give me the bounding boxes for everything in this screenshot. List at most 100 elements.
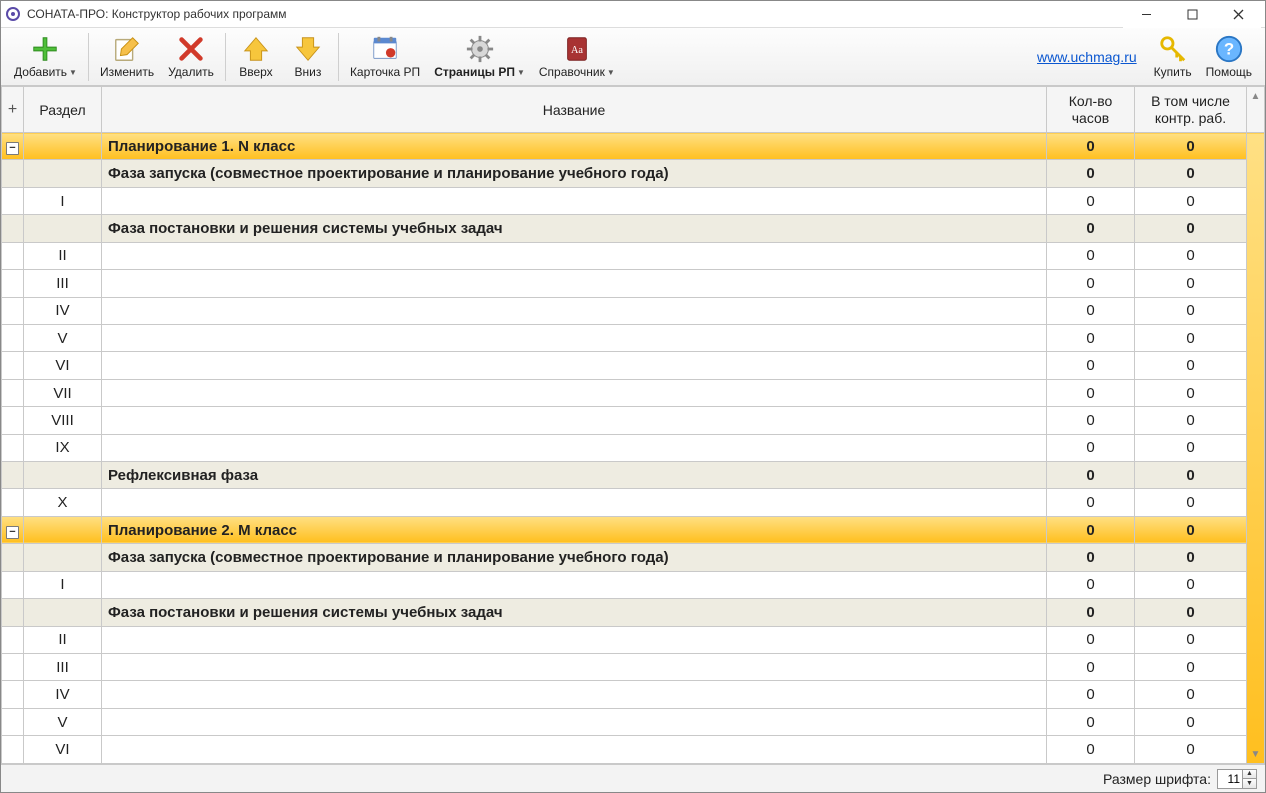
table-row[interactable]: Фаза постановки и решения системы учебны… <box>2 215 1265 242</box>
card-button[interactable]: Карточка РП <box>343 31 427 83</box>
name-cell[interactable] <box>102 571 1047 598</box>
hours-cell[interactable]: 0 <box>1047 434 1135 461</box>
kontr-cell[interactable]: 0 <box>1135 270 1247 297</box>
name-cell[interactable]: Рефлексивная фаза <box>102 462 1047 489</box>
name-cell[interactable] <box>102 270 1047 297</box>
kontr-cell[interactable]: 0 <box>1135 626 1247 653</box>
table-row[interactable]: V00 <box>2 324 1265 351</box>
close-button[interactable] <box>1215 1 1261 28</box>
kontr-cell[interactable]: 0 <box>1135 462 1247 489</box>
kontr-cell[interactable]: 0 <box>1135 516 1247 543</box>
table-row[interactable]: II00 <box>2 242 1265 269</box>
kontr-cell[interactable]: 0 <box>1135 187 1247 214</box>
name-cell[interactable]: Планирование 2. М класс <box>102 516 1047 543</box>
hours-cell[interactable]: 0 <box>1047 654 1135 681</box>
hours-cell[interactable]: 0 <box>1047 544 1135 571</box>
hours-cell[interactable]: 0 <box>1047 133 1135 160</box>
font-size-input[interactable] <box>1218 770 1242 788</box>
hours-cell[interactable]: 0 <box>1047 324 1135 351</box>
table-row[interactable]: IV00 <box>2 297 1265 324</box>
table-row[interactable]: −Планирование 1. N класс00▼ <box>2 133 1265 160</box>
hours-cell[interactable]: 0 <box>1047 187 1135 214</box>
kontr-cell[interactable]: 0 <box>1135 324 1247 351</box>
down-button[interactable]: Вниз <box>282 31 334 83</box>
hours-cell[interactable]: 0 <box>1047 215 1135 242</box>
hours-cell[interactable]: 0 <box>1047 516 1135 543</box>
col-header-section[interactable]: Раздел <box>24 87 102 133</box>
vertical-scrollbar-track[interactable]: ▼ <box>1247 133 1265 764</box>
name-cell[interactable] <box>102 434 1047 461</box>
kontr-cell[interactable]: 0 <box>1135 242 1247 269</box>
col-header-plus[interactable]: + <box>2 87 24 133</box>
vertical-scrollbar[interactable]: ▲ <box>1247 87 1265 133</box>
kontr-cell[interactable]: 0 <box>1135 544 1247 571</box>
collapse-icon[interactable]: − <box>6 526 19 539</box>
hours-cell[interactable]: 0 <box>1047 736 1135 764</box>
name-cell[interactable] <box>102 352 1047 379</box>
delete-button[interactable]: Удалить <box>161 31 221 83</box>
name-cell[interactable]: Фаза запуска (совместное проектирование … <box>102 544 1047 571</box>
scroll-down-icon[interactable]: ▼ <box>1247 745 1264 763</box>
name-cell[interactable] <box>102 708 1047 735</box>
table-row[interactable]: VI00 <box>2 736 1265 764</box>
kontr-cell[interactable]: 0 <box>1135 489 1247 516</box>
hours-cell[interactable]: 0 <box>1047 407 1135 434</box>
name-cell[interactable]: Фаза постановки и решения системы учебны… <box>102 215 1047 242</box>
kontr-cell[interactable]: 0 <box>1135 654 1247 681</box>
hours-cell[interactable]: 0 <box>1047 242 1135 269</box>
table-row[interactable]: VII00 <box>2 379 1265 406</box>
hours-cell[interactable]: 0 <box>1047 599 1135 626</box>
table-row[interactable]: III00 <box>2 654 1265 681</box>
kontr-cell[interactable]: 0 <box>1135 599 1247 626</box>
hours-cell[interactable]: 0 <box>1047 462 1135 489</box>
kontr-cell[interactable]: 0 <box>1135 133 1247 160</box>
name-cell[interactable] <box>102 736 1047 764</box>
row-toggle-cell[interactable]: − <box>2 516 24 543</box>
kontr-cell[interactable]: 0 <box>1135 434 1247 461</box>
kontr-cell[interactable]: 0 <box>1135 352 1247 379</box>
table-row[interactable]: X00 <box>2 489 1265 516</box>
table-row[interactable]: VIII00 <box>2 407 1265 434</box>
table-row[interactable]: V00 <box>2 708 1265 735</box>
name-cell[interactable] <box>102 681 1047 708</box>
kontr-cell[interactable]: 0 <box>1135 160 1247 187</box>
uchmag-link[interactable]: www.uchmag.ru <box>1037 49 1137 65</box>
hours-cell[interactable]: 0 <box>1047 297 1135 324</box>
scroll-up-icon[interactable]: ▲ <box>1247 87 1264 105</box>
name-cell[interactable]: Фаза постановки и решения системы учебны… <box>102 599 1047 626</box>
maximize-button[interactable] <box>1169 1 1215 28</box>
table-row[interactable]: Рефлексивная фаза00 <box>2 462 1265 489</box>
up-button[interactable]: Вверх <box>230 31 282 83</box>
col-header-kontr[interactable]: В том числе контр. раб. <box>1135 87 1247 133</box>
hours-cell[interactable]: 0 <box>1047 626 1135 653</box>
kontr-cell[interactable]: 0 <box>1135 681 1247 708</box>
row-toggle-cell[interactable]: − <box>2 133 24 160</box>
table-row[interactable]: VI00 <box>2 352 1265 379</box>
name-cell[interactable] <box>102 489 1047 516</box>
hours-cell[interactable]: 0 <box>1047 270 1135 297</box>
table-row[interactable]: −Планирование 2. М класс00 <box>2 516 1265 543</box>
kontr-cell[interactable]: 0 <box>1135 736 1247 764</box>
name-cell[interactable] <box>102 379 1047 406</box>
name-cell[interactable] <box>102 324 1047 351</box>
table-row[interactable]: I00 <box>2 571 1265 598</box>
edit-button[interactable]: Изменить <box>93 31 161 83</box>
kontr-cell[interactable]: 0 <box>1135 215 1247 242</box>
kontr-cell[interactable]: 0 <box>1135 407 1247 434</box>
spin-down-icon[interactable]: ▼ <box>1243 779 1256 788</box>
name-cell[interactable] <box>102 654 1047 681</box>
table-row[interactable]: I00 <box>2 187 1265 214</box>
table-row[interactable]: III00 <box>2 270 1265 297</box>
col-header-hours[interactable]: Кол-во часов <box>1047 87 1135 133</box>
table-row[interactable]: Фаза запуска (совместное проектирование … <box>2 160 1265 187</box>
kontr-cell[interactable]: 0 <box>1135 708 1247 735</box>
hours-cell[interactable]: 0 <box>1047 571 1135 598</box>
hours-cell[interactable]: 0 <box>1047 160 1135 187</box>
kontr-cell[interactable]: 0 <box>1135 571 1247 598</box>
kontr-cell[interactable]: 0 <box>1135 297 1247 324</box>
font-size-spinbox[interactable]: ▲ ▼ <box>1217 769 1257 789</box>
col-header-name[interactable]: Название <box>102 87 1047 133</box>
hours-cell[interactable]: 0 <box>1047 681 1135 708</box>
hours-cell[interactable]: 0 <box>1047 708 1135 735</box>
buy-button[interactable]: Купить <box>1147 31 1199 83</box>
